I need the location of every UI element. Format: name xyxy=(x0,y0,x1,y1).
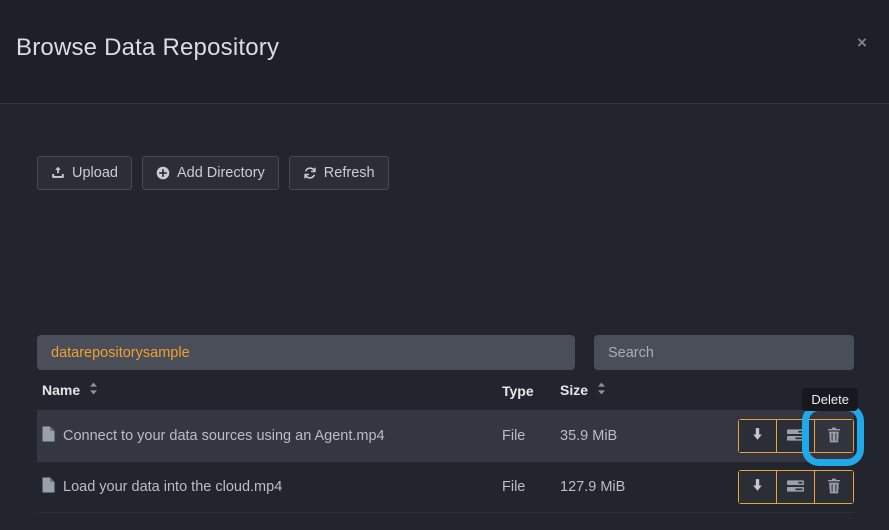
server-list-icon xyxy=(787,479,804,496)
trash-icon xyxy=(827,427,841,446)
file-size-cell: 127.9 MiB xyxy=(560,461,690,514)
download-button[interactable] xyxy=(739,420,777,453)
delete-button[interactable]: Delete xyxy=(802,388,864,467)
modal-header: Browse Data Repository × xyxy=(0,0,889,104)
breadcrumb[interactable]: datarepositorysample xyxy=(37,335,575,370)
file-type-cell: File xyxy=(502,410,560,463)
column-header-size[interactable]: Size xyxy=(560,382,690,412)
sort-icon[interactable] xyxy=(89,382,98,398)
row-action-group xyxy=(738,470,854,505)
refresh-button[interactable]: Refresh xyxy=(288,156,389,190)
file-icon xyxy=(42,477,55,497)
file-size-cell: 35.9 MiB xyxy=(560,410,690,463)
refresh-button-label: Refresh xyxy=(323,165,375,181)
file-name-cell: Connect to your data sources using an Ag… xyxy=(37,410,502,463)
table-row[interactable]: Load your data into the cloud.mp4 File 1… xyxy=(37,461,854,514)
column-header-size-label: Size xyxy=(560,382,589,398)
search-input[interactable] xyxy=(594,335,854,370)
server-list-icon xyxy=(787,428,804,445)
delete-tooltip: Delete xyxy=(802,388,858,412)
file-type-cell: File xyxy=(502,461,560,514)
upload-icon xyxy=(51,166,65,180)
add-directory-button[interactable]: Add Directory xyxy=(141,156,279,190)
toolbar: Upload Add Directory Refresh xyxy=(37,156,389,190)
breadcrumb-item-root[interactable]: datarepositorysample xyxy=(51,345,190,361)
file-name-label: Connect to your data sources using an Ag… xyxy=(63,428,385,445)
page-title: Browse Data Repository xyxy=(16,34,280,61)
file-table-body: Connect to your data sources using an Ag… xyxy=(37,388,864,514)
column-header-name[interactable]: Name xyxy=(37,382,502,412)
file-table-head: Name Type Size xyxy=(37,382,854,412)
upload-button[interactable]: Upload xyxy=(37,156,132,190)
column-header-type: Type xyxy=(502,382,560,412)
trash-icon xyxy=(827,478,841,497)
delete-button[interactable] xyxy=(815,471,853,504)
download-button[interactable] xyxy=(739,471,777,504)
details-button[interactable] xyxy=(777,471,815,504)
plus-circle-icon xyxy=(156,166,170,180)
path-and-search-row: datarepositorysample xyxy=(37,335,854,370)
file-name-label: Load your data into the cloud.mp4 xyxy=(63,479,283,496)
file-name-cell: Load your data into the cloud.mp4 xyxy=(37,461,502,514)
column-header-name-label: Name xyxy=(42,382,81,398)
column-header-type-label: Type xyxy=(502,383,534,400)
download-icon xyxy=(750,427,765,445)
file-actions-cell: Delete xyxy=(690,388,864,467)
download-icon xyxy=(750,478,765,496)
upload-button-label: Upload xyxy=(72,165,118,181)
refresh-icon xyxy=(303,166,317,180)
file-actions-cell xyxy=(690,461,854,514)
close-icon[interactable]: × xyxy=(849,30,875,56)
table-row[interactable]: Connect to your data sources using an Ag… xyxy=(37,388,864,467)
file-icon xyxy=(42,426,55,446)
add-directory-button-label: Add Directory xyxy=(176,165,265,181)
details-button[interactable] xyxy=(777,420,815,453)
sort-icon[interactable] xyxy=(597,382,606,398)
table-header-row: Name Type Size xyxy=(37,382,854,412)
row-action-group: Delete xyxy=(738,388,864,467)
file-table: Name Type Size Connect to your data sour… xyxy=(37,382,864,514)
